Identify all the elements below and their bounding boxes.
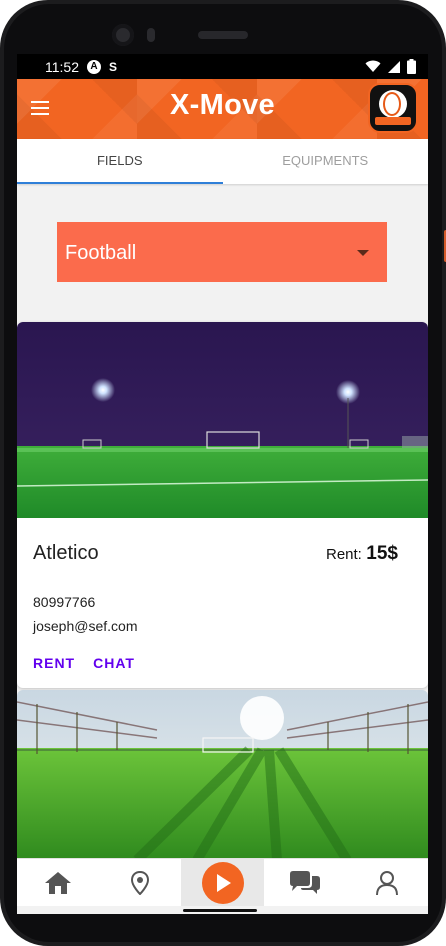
app-bar: X-Move: [17, 79, 428, 139]
rent-label: Rent:: [325, 546, 362, 563]
field-photo: [17, 322, 428, 518]
location-pin-icon: [131, 870, 150, 895]
field-card: Atletico Rent: 15$ 80997766 joseph@sef.c…: [17, 322, 428, 688]
caret-down-icon: [357, 250, 369, 256]
signal-icon: [388, 60, 400, 73]
chat-button[interactable]: CHAT: [93, 655, 135, 671]
profile-icon: [375, 870, 398, 895]
contact-phone: 80997766: [33, 594, 96, 610]
gesture-bar: [183, 909, 257, 912]
tab-bar: FIELDS EQUIPMENTS: [17, 139, 428, 184]
contact-email: joseph@sef.com: [33, 618, 138, 634]
notification-a-icon: A: [87, 59, 101, 74]
tab-equipments[interactable]: EQUIPMENTS: [223, 139, 429, 184]
rent-button[interactable]: RENT: [33, 655, 75, 671]
nav-play[interactable]: [181, 859, 264, 906]
notification-s-icon: S: [109, 59, 118, 74]
chat-icon: [289, 870, 320, 894]
battery-icon: [407, 59, 416, 74]
wifi-icon: [365, 60, 381, 72]
field-name: Atletico: [33, 542, 99, 564]
rent-price: 15$: [366, 543, 398, 564]
sensor: [147, 28, 155, 42]
bottom-navigation: [17, 858, 428, 906]
screen: 11:52 A S X-Move FIELDS EQUIPMENTS Footb…: [17, 54, 428, 914]
nav-profile[interactable]: [346, 859, 428, 906]
home-icon: [45, 871, 72, 894]
app-title: X-Move: [170, 89, 275, 121]
tab-fields[interactable]: FIELDS: [17, 139, 223, 184]
field-photo: [17, 690, 428, 860]
status-time: 11:52: [45, 58, 79, 75]
status-bar: 11:52 A S: [17, 54, 428, 79]
dropdown-selected-value: Football: [65, 242, 137, 264]
sport-dropdown[interactable]: Football: [57, 222, 387, 282]
play-icon: [201, 861, 244, 904]
card-actions: RENT CHAT: [33, 655, 135, 671]
status-indicators: [365, 59, 416, 74]
phone-frame: 11:52 A S X-Move FIELDS EQUIPMENTS Footb…: [0, 0, 446, 946]
nav-chat[interactable]: [264, 859, 346, 906]
earpiece-speaker: [198, 31, 248, 39]
rent-info: Rent: 15$: [326, 543, 398, 565]
field-card: [17, 690, 428, 860]
nav-home[interactable]: [17, 859, 99, 906]
nav-location[interactable]: [99, 859, 181, 906]
front-camera: [112, 24, 134, 46]
volleyball-logo-icon[interactable]: [368, 83, 418, 133]
